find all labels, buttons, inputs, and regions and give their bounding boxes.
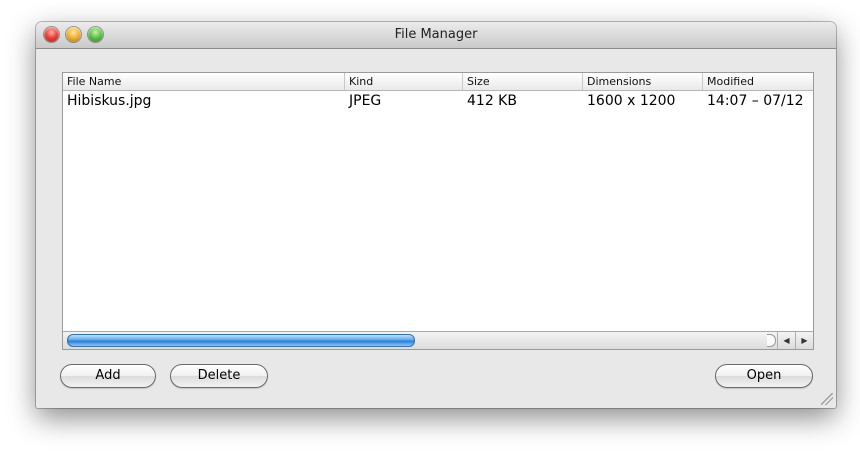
scrollbar-thumb[interactable] [67,334,415,347]
file-table: File Name Kind Size Dimensions Modified … [62,72,814,350]
title-bar[interactable]: File Manager [36,22,836,49]
table-header: File Name Kind Size Dimensions Modified [63,73,813,91]
resize-grip-icon[interactable] [821,393,833,405]
cell-dimensions: 1600 x 1200 [587,93,676,109]
open-button[interactable]: Open [715,364,813,388]
column-header-dimensions[interactable]: Dimensions [583,73,703,90]
scroll-left-arrow-icon[interactable]: ◀ [777,332,795,349]
column-header-size[interactable]: Size [463,73,583,90]
cell-kind: JPEG [349,93,382,109]
column-header-modified[interactable]: Modified [703,73,813,90]
column-header-kind[interactable]: Kind [345,73,463,90]
scrollbar-track-end [767,334,776,347]
column-header-file-name[interactable]: File Name [63,73,345,90]
window-title: File Manager [394,27,478,42]
table-row[interactable]: Hibiskus.jpg JPEG 412 KB 1600 x 1200 14:… [63,91,813,111]
cell-size: 412 KB [467,93,517,109]
cell-file-name: Hibiskus.jpg [67,93,152,109]
add-button[interactable]: Add [60,364,156,388]
scroll-right-arrow-icon[interactable]: ▶ [795,332,813,349]
delete-button[interactable]: Delete [170,364,268,388]
horizontal-scrollbar[interactable]: ◀ ▶ [63,331,813,349]
file-manager-window: File Manager File Name Kind Size Dimensi… [36,22,836,408]
cell-modified: 14:07 – 07/12 [707,93,804,109]
